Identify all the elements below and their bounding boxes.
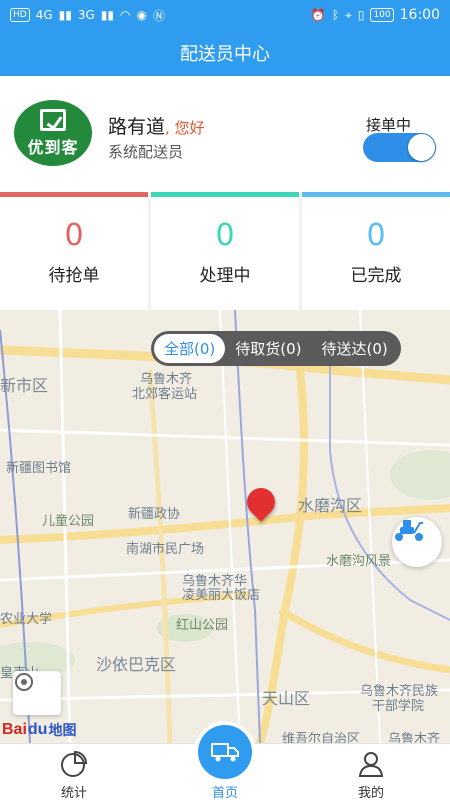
- network-4g-label: 4G: [35, 8, 53, 22]
- map-label: 新疆图书馆: [6, 461, 72, 476]
- accepting-orders-toggle[interactable]: [363, 133, 436, 162]
- status-bar: HD 4G ▮▮ 3G ▮▮ ◠ ◉ Ⓝ ⏰ ᛒ ⌖ ▯ 100 16:00: [0, 0, 450, 30]
- battery-icon: 100: [370, 8, 394, 22]
- tab-stats[interactable]: 统计: [24, 744, 124, 800]
- tab-stats-label: 统计: [60, 786, 87, 800]
- alarm-icon: ⏰: [310, 8, 326, 22]
- crosshair-icon: [15, 673, 33, 691]
- stat-color-bar: [151, 192, 299, 197]
- stat-value: 0: [215, 218, 235, 253]
- map-label: 农业大学: [0, 612, 53, 627]
- map-label: 凌美丽大饭店: [182, 588, 261, 603]
- baidu-brand: Bai: [2, 721, 27, 738]
- filter-all[interactable]: 全部(0): [154, 334, 226, 363]
- page-title: 配送员中心: [180, 44, 270, 65]
- tab-home-label: 首页: [211, 786, 238, 800]
- tab-mine[interactable]: 我的: [321, 744, 421, 800]
- clock: 16:00: [399, 7, 440, 23]
- stat-completed[interactable]: 0 已完成: [302, 192, 450, 310]
- user-icon: [358, 752, 384, 777]
- home-button[interactable]: [194, 721, 256, 783]
- stat-label: 已完成: [350, 266, 402, 286]
- home-button-inner: [198, 725, 252, 779]
- stat-color-bar: [0, 192, 148, 197]
- baidu-map-cn: 地图: [48, 722, 77, 738]
- pie-chart-icon: [61, 750, 88, 777]
- network-3g-label: 3G: [77, 8, 95, 22]
- logo-mark-icon: [40, 108, 66, 131]
- scooter-icon: [395, 520, 423, 541]
- map-label: 南湖市民广场: [126, 542, 205, 557]
- map-label: 北郊客运站: [132, 387, 198, 402]
- tab-home[interactable]: 首页: [175, 721, 275, 800]
- signal-icon: ▮▮: [58, 8, 72, 22]
- bluetooth-icon: ᛒ: [331, 8, 340, 22]
- baidu-map-logo: Bai du 地图: [2, 720, 76, 740]
- vibrate-icon: ▯: [357, 8, 365, 22]
- order-stats: 0 待抢单 0 处理中 0 已完成: [0, 192, 450, 310]
- stat-label: 待抢单: [48, 266, 100, 286]
- app-screen: HD 4G ▮▮ 3G ▮▮ ◠ ◉ Ⓝ ⏰ ᛒ ⌖ ▯ 100 16:00 配…: [0, 0, 450, 800]
- page-title-bar: 配送员中心: [0, 30, 450, 76]
- status-left: HD 4G ▮▮ 3G ▮▮ ◠ ◉ Ⓝ: [10, 7, 165, 24]
- courier-name: 路有道: [108, 116, 166, 138]
- map-label: 沙依巴克区: [96, 655, 177, 674]
- map-label: 乌鲁木齐: [388, 732, 441, 743]
- filter-awaiting-delivery[interactable]: 待送达(0): [312, 334, 398, 363]
- greeting: , 您好: [165, 119, 205, 137]
- brand-logo: 优到客: [14, 100, 92, 166]
- courier-name-line: 路有道, 您好: [108, 112, 205, 139]
- signal-icon-2: ▮▮: [100, 8, 115, 22]
- map-view[interactable]: 新市区 乌鲁木齐 北郊客运站 新疆图书馆 儿童公园 新疆政协 水磨沟区 南湖市民…: [0, 310, 450, 743]
- map-label: 红山公园: [176, 618, 229, 633]
- map-label: 新市区: [0, 376, 49, 395]
- nfc-icon: Ⓝ: [152, 8, 165, 23]
- map-label: 儿童公园: [42, 514, 95, 529]
- stat-value: 0: [366, 218, 386, 253]
- map-label: 水磨沟区: [298, 496, 363, 515]
- status-right: ⏰ ᛒ ⌖ ▯ 100 16:00: [311, 7, 440, 23]
- map-label: 干部学院: [372, 699, 425, 714]
- logo-text: 优到客: [27, 137, 79, 157]
- map-label: 水磨沟风景: [326, 554, 392, 569]
- locate-me-button[interactable]: [13, 671, 61, 715]
- wifi-icon: ◠: [120, 8, 131, 22]
- map-label: 维吾尔自治区: [282, 732, 361, 743]
- stat-color-bar: [302, 192, 450, 197]
- tab-mine-label: 我的: [357, 786, 384, 800]
- scooter-button[interactable]: [392, 517, 442, 567]
- accepting-orders-label: 接单中: [366, 116, 412, 134]
- bottom-tab-bar: 统计 首页 我的: [0, 721, 450, 800]
- courier-role: 系统配送员: [108, 143, 184, 161]
- filter-awaiting-pickup[interactable]: 待取货(0): [225, 334, 311, 363]
- map-label: 新疆政协: [128, 507, 181, 522]
- location-icon: ⌖: [345, 7, 352, 22]
- delivery-truck-icon: [211, 743, 239, 762]
- hd-badge: HD: [10, 8, 30, 22]
- map-label: 天山区: [262, 689, 311, 708]
- profile-card: 优到客 路有道, 您好 系统配送员 接单中: [0, 76, 450, 192]
- stat-label: 处理中: [199, 266, 251, 286]
- toggle-knob: [408, 134, 435, 161]
- eye-icon: ◉: [136, 8, 147, 22]
- stat-processing[interactable]: 0 处理中: [151, 192, 299, 310]
- order-filter-tabs: 全部(0) 待取货(0) 待送达(0): [151, 331, 401, 366]
- stat-pending-grab[interactable]: 0 待抢单: [0, 192, 148, 310]
- baidu-paw: du: [27, 721, 48, 738]
- stat-value: 0: [64, 218, 84, 253]
